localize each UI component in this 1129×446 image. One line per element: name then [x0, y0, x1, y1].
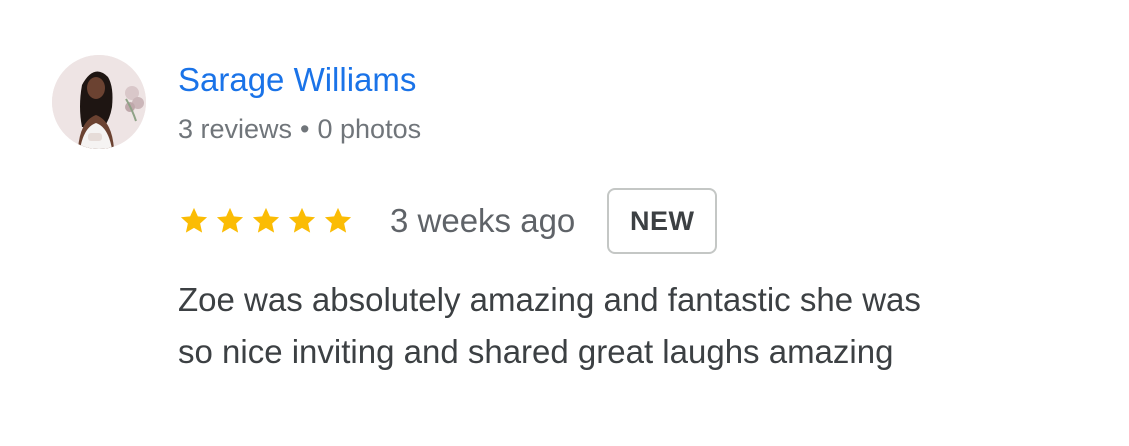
photos-count: 0 photos [317, 114, 422, 144]
avatar-image [52, 55, 146, 149]
star-icon [178, 205, 210, 237]
reviews-count: 3 reviews [178, 114, 293, 144]
review-text-line: so nice inviting and shared great laughs… [178, 333, 894, 370]
review-text-line: Zoe was absolutely amazing and fantastic… [178, 281, 921, 318]
review-timestamp: 3 weeks ago [390, 202, 576, 239]
reviewer-stats: 3 reviews • 0 photos [178, 112, 421, 146]
star-icon [286, 205, 318, 237]
review-text: Zoe was absolutely amazing and fantastic… [178, 274, 1078, 378]
separator-dot: • [300, 114, 310, 144]
star-icon [214, 205, 246, 237]
star-icon [250, 205, 282, 237]
review-card: Sarage Williams 3 reviews • 0 photos 3 wee… [0, 0, 1129, 446]
new-badge: NEW [607, 188, 718, 254]
avatar[interactable] [52, 55, 146, 149]
reviewer-name-link[interactable]: Sarage Williams [178, 60, 416, 100]
rating-row: 3 weeks ago NEW [178, 188, 718, 254]
star-rating [178, 201, 358, 241]
star-icon [322, 205, 354, 237]
